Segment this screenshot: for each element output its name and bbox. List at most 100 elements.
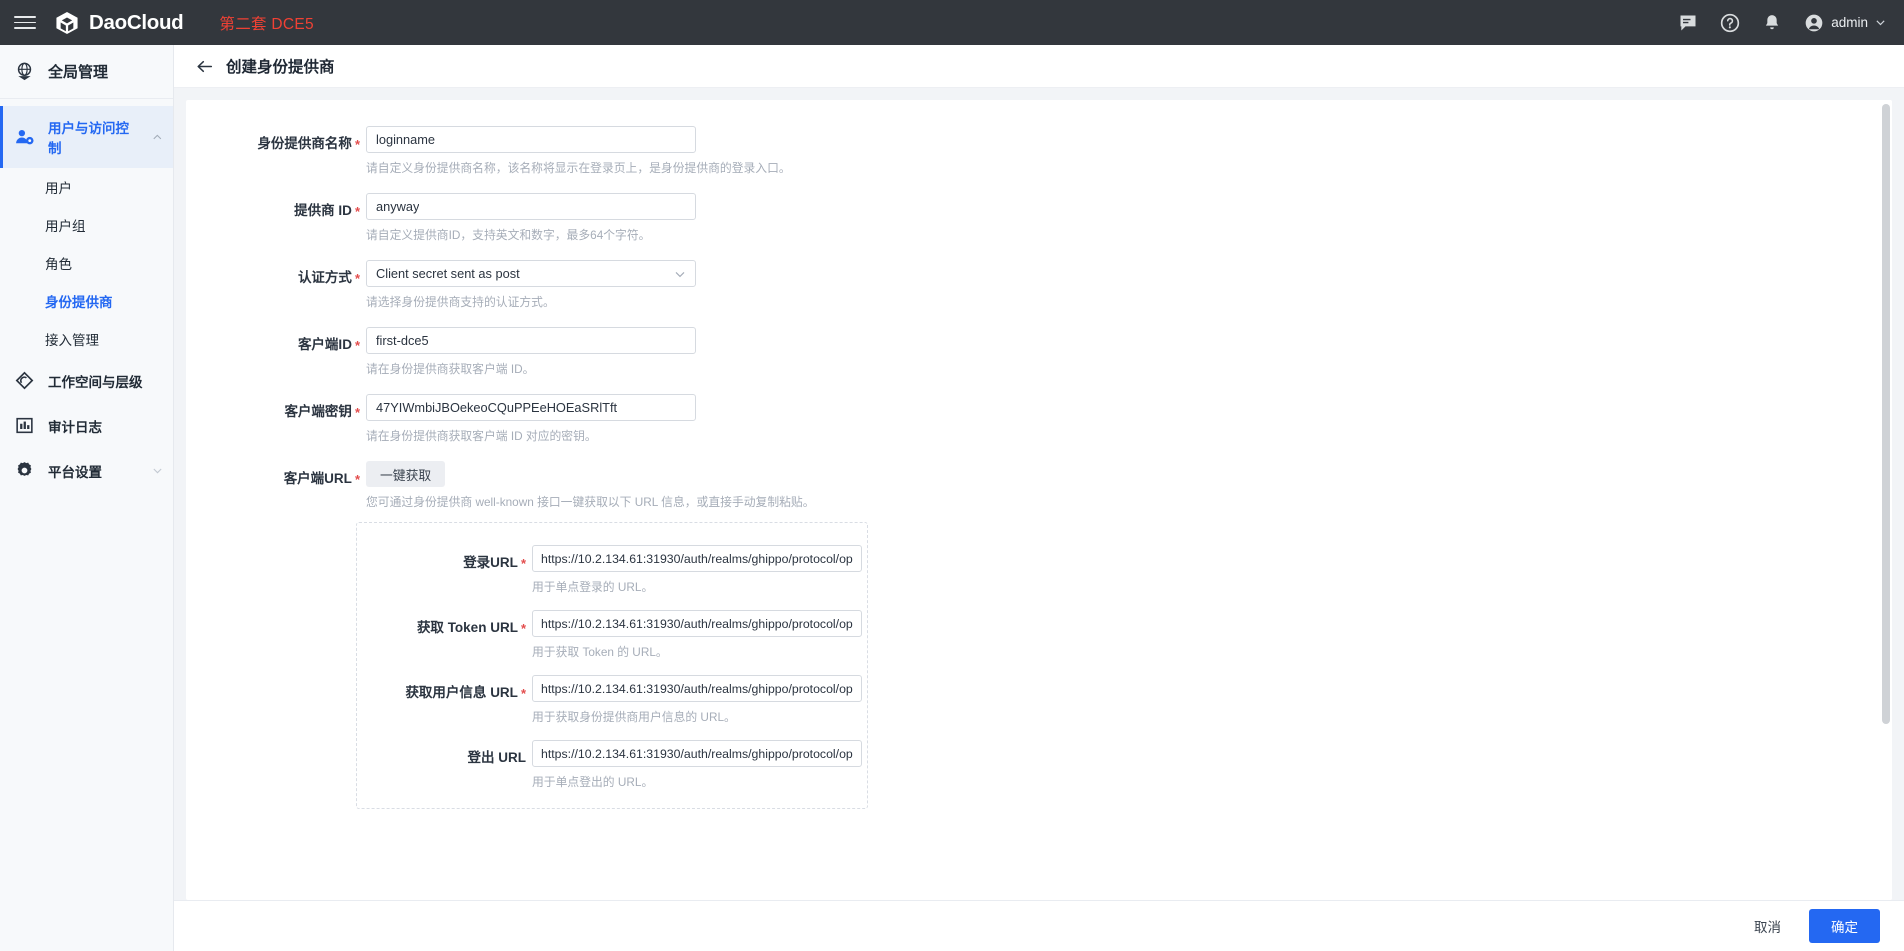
required-marker: * bbox=[521, 686, 526, 701]
logout-url-input[interactable]: https://10.2.134.61:31930/auth/realms/gh… bbox=[532, 740, 862, 767]
field-control: loginname 请自定义身份提供商名称，该名称将显示在登录页上，是身份提供商… bbox=[366, 126, 1892, 193]
token-url-input[interactable]: https://10.2.134.61:31930/auth/realms/gh… bbox=[532, 610, 862, 637]
url-label: 登出 URL bbox=[357, 740, 532, 790]
sidebar-item-identity-providers[interactable]: 身份提供商 bbox=[0, 282, 173, 320]
required-marker: * bbox=[355, 472, 360, 487]
user-name: admin bbox=[1831, 15, 1868, 30]
app-root: DaoCloud 第二套 DCE5 bbox=[0, 0, 1904, 951]
gear-icon bbox=[14, 460, 35, 481]
url-label: 登录URL* bbox=[357, 545, 532, 610]
field-hint: 请自定义身份提供商名称，该名称将显示在登录页上，是身份提供商的登录入口。 bbox=[366, 159, 1892, 176]
vertical-scrollbar[interactable] bbox=[1880, 100, 1892, 900]
field-hint: 请在身份提供商获取客户端 ID。 bbox=[366, 360, 1892, 377]
page-title: 创建身份提供商 bbox=[226, 55, 335, 77]
daocloud-cube-icon bbox=[54, 10, 80, 36]
confirm-button[interactable]: 确定 bbox=[1809, 909, 1880, 943]
user-access-icon bbox=[14, 127, 35, 148]
url-hint: 用于单点登出的 URL。 bbox=[532, 773, 867, 790]
main-content: 创建身份提供商 身份提供商名称* loginname 请自定义身份提供商名称，该… bbox=[174, 45, 1904, 951]
required-marker: * bbox=[521, 621, 526, 636]
one-click-fetch-button[interactable]: 一键获取 bbox=[366, 461, 445, 487]
url-control: https://10.2.134.61:31930/auth/realms/gh… bbox=[532, 610, 867, 675]
field-row-client-secret: 客户端密钥* 47YIWmbiJBOekeoCQuPPEeHOEaSRlTft … bbox=[186, 394, 1892, 461]
audit-log-icon bbox=[14, 415, 35, 436]
client-id-input[interactable]: first-dce5 bbox=[366, 327, 696, 354]
cancel-button[interactable]: 取消 bbox=[1744, 910, 1791, 942]
sidebar-group-user-access-control[interactable]: 用户与访问控制 bbox=[0, 106, 173, 168]
url-hint: 用于获取身份提供商用户信息的 URL。 bbox=[532, 708, 867, 725]
help-icon[interactable] bbox=[1720, 13, 1740, 33]
brand-logo[interactable]: DaoCloud bbox=[54, 10, 183, 36]
sidebar-item-workspace-hierarchy[interactable]: 工作空间与层级 bbox=[0, 358, 173, 403]
field-control: Client secret sent as post 请选择身份提供商支持的认证… bbox=[366, 260, 1892, 327]
identity-provider-form: 身份提供商名称* loginname 请自定义身份提供商名称，该名称将显示在登录… bbox=[186, 100, 1892, 809]
auth-method-select[interactable]: Client secret sent as post bbox=[366, 260, 696, 287]
field-control: anyway 请自定义提供商ID，支持英文和数字，最多64个字符。 bbox=[366, 193, 1892, 260]
sidebar-header-label: 全局管理 bbox=[48, 61, 108, 82]
sidebar-item-audit-log[interactable]: 审计日志 bbox=[0, 403, 173, 448]
page-header: 创建身份提供商 bbox=[174, 45, 1904, 88]
sidebar-item-roles[interactable]: 角色 bbox=[0, 244, 173, 282]
chevron-up-icon bbox=[152, 132, 163, 143]
sidebar: 全局管理 用户与访问控制 用户 用户组 角色 bbox=[0, 45, 174, 951]
hamburger-icon[interactable] bbox=[14, 12, 36, 34]
url-label: 获取用户信息 URL* bbox=[357, 675, 532, 740]
required-marker: * bbox=[521, 556, 526, 571]
chevron-down-icon bbox=[674, 268, 686, 280]
field-control: 47YIWmbiJBOekeoCQuPPEeHOEaSRlTft 请在身份提供商… bbox=[366, 394, 1892, 461]
chevron-down-icon bbox=[1875, 17, 1886, 28]
user-menu[interactable]: admin bbox=[1804, 13, 1886, 33]
provider-name-input[interactable]: loginname bbox=[366, 126, 696, 153]
url-label: 获取 Token URL* bbox=[357, 610, 532, 675]
sidebar-item-platform-settings[interactable]: 平台设置 bbox=[0, 448, 173, 493]
field-row-provider-id: 提供商 ID* anyway 请自定义提供商ID，支持英文和数字，最多64个字符… bbox=[186, 193, 1892, 260]
field-row-provider-name: 身份提供商名称* loginname 请自定义身份提供商名称，该名称将显示在登录… bbox=[186, 126, 1892, 193]
field-row-client-id: 客户端ID* first-dce5 请在身份提供商获取客户端 ID。 bbox=[186, 327, 1892, 394]
sidebar-nav: 用户与访问控制 用户 用户组 角色 身份提供商 接入管理 工作空间与层级 bbox=[0, 99, 173, 493]
required-marker: * bbox=[355, 338, 360, 353]
url-hint: 用于获取 Token 的 URL。 bbox=[532, 643, 867, 660]
provider-id-input[interactable]: anyway bbox=[366, 193, 696, 220]
sidebar-item-label: 审计日志 bbox=[48, 416, 102, 436]
field-label: 客户端ID* bbox=[186, 327, 366, 394]
scrollbar-thumb[interactable] bbox=[1882, 104, 1890, 724]
field-control: 一键获取 您可通过身份提供商 well-known 接口一键获取以下 URL 信… bbox=[366, 461, 1892, 510]
workspace-icon bbox=[14, 370, 35, 391]
required-marker: * bbox=[355, 204, 360, 219]
field-control: first-dce5 请在身份提供商获取客户端 ID。 bbox=[366, 327, 1892, 394]
field-hint: 请选择身份提供商支持的认证方式。 bbox=[366, 293, 1892, 310]
sidebar-group-label: 用户与访问控制 bbox=[48, 117, 139, 157]
scroll-area: 身份提供商名称* loginname 请自定义身份提供商名称，该名称将显示在登录… bbox=[174, 88, 1904, 900]
topbar-actions: admin bbox=[1678, 13, 1886, 33]
client-secret-input[interactable]: 47YIWmbiJBOekeoCQuPPEeHOEaSRlTft bbox=[366, 394, 696, 421]
field-hint: 请自定义提供商ID，支持英文和数字，最多64个字符。 bbox=[366, 226, 1892, 243]
footer-actions: 取消 确定 bbox=[174, 900, 1904, 951]
field-label: 客户端密钥* bbox=[186, 394, 366, 461]
url-row-token: 获取 Token URL* https://10.2.134.61:31930/… bbox=[357, 610, 867, 675]
back-arrow-icon[interactable] bbox=[196, 58, 213, 75]
globe-icon bbox=[14, 61, 35, 82]
sidebar-item-user-groups[interactable]: 用户组 bbox=[0, 206, 173, 244]
chat-icon[interactable] bbox=[1678, 13, 1698, 33]
sidebar-item-users[interactable]: 用户 bbox=[0, 168, 173, 206]
field-row-auth-method: 认证方式* Client secret sent as post 请选择身份提供… bbox=[186, 260, 1892, 327]
sidebar-item-access-management[interactable]: 接入管理 bbox=[0, 320, 173, 358]
field-label: 身份提供商名称* bbox=[186, 126, 366, 193]
url-control: https://10.2.134.61:31930/auth/realms/gh… bbox=[532, 740, 867, 790]
url-hint: 用于单点登录的 URL。 bbox=[532, 578, 867, 595]
bell-icon[interactable] bbox=[1762, 13, 1782, 33]
form-card: 身份提供商名称* loginname 请自定义身份提供商名称，该名称将显示在登录… bbox=[186, 100, 1892, 900]
url-group: 登录URL* https://10.2.134.61:31930/auth/re… bbox=[356, 522, 868, 809]
field-label: 提供商 ID* bbox=[186, 193, 366, 260]
sidebar-item-label: 平台设置 bbox=[48, 461, 102, 481]
sidebar-header-global-management[interactable]: 全局管理 bbox=[0, 45, 173, 99]
url-control: https://10.2.134.61:31930/auth/realms/gh… bbox=[532, 675, 867, 740]
top-bar: DaoCloud 第二套 DCE5 bbox=[0, 0, 1904, 45]
login-url-input[interactable]: https://10.2.134.61:31930/auth/realms/gh… bbox=[532, 545, 862, 572]
url-control: https://10.2.134.61:31930/auth/realms/gh… bbox=[532, 545, 867, 610]
userinfo-url-input[interactable]: https://10.2.134.61:31930/auth/realms/gh… bbox=[532, 675, 862, 702]
brand-name: DaoCloud bbox=[89, 11, 183, 35]
avatar-icon bbox=[1804, 13, 1824, 33]
field-hint: 请在身份提供商获取客户端 ID 对应的密钥。 bbox=[366, 427, 1892, 444]
required-marker: * bbox=[355, 137, 360, 152]
